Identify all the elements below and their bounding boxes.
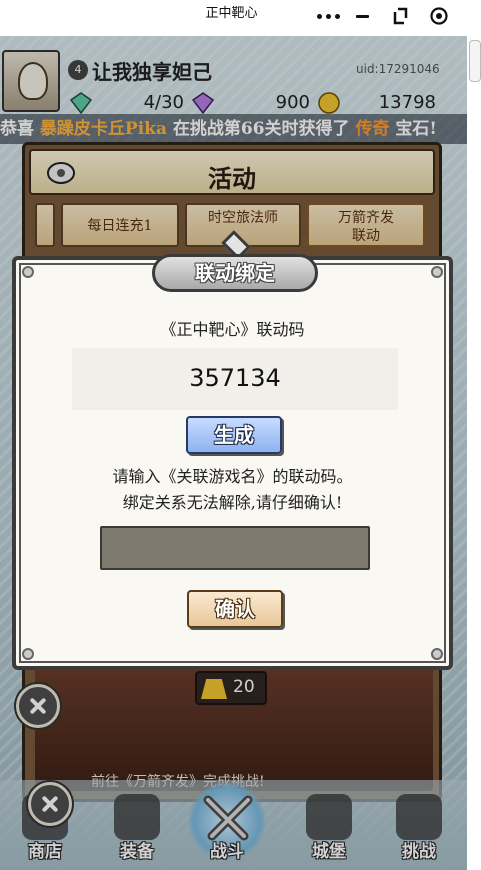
instruction-text: 请输入《关联游戏名》的联动码。 绑定关系无法解除,请仔细确认! [16,464,449,516]
link-code-input[interactable] [100,526,370,570]
link-binding-dialog: 联动绑定 《正中靶心》联动码 357134 生成 请输入《关联游戏名》的联动码。… [12,230,453,670]
corner-bolt [22,648,34,660]
scrollbar-handle[interactable] [469,40,481,82]
confirm-button[interactable]: 确认 [187,590,283,628]
corner-bolt [431,648,443,660]
instruction-line-1: 请输入《关联游戏名》的联动码。 [112,467,353,486]
instruction-line-2: 绑定关系无法解除,请仔细确认! [122,493,343,512]
minimize-icon[interactable] [356,6,370,26]
corner-bolt [22,266,34,278]
generate-button[interactable]: 生成 [186,416,282,454]
right-edge [467,36,481,870]
corner-bolt [431,266,443,278]
mini-program-title-bar: 正中靶心 [0,0,481,36]
target-close-icon[interactable] [430,6,448,26]
link-code-box: 357134 [72,348,398,410]
dialog-title: 联动绑定 [152,254,318,292]
link-code-value: 357134 [189,364,281,392]
link-code-label: 《正中靶心》联动码 [160,320,305,339]
restore-window-icon[interactable] [392,6,408,26]
more-options-icon[interactable] [316,6,340,26]
